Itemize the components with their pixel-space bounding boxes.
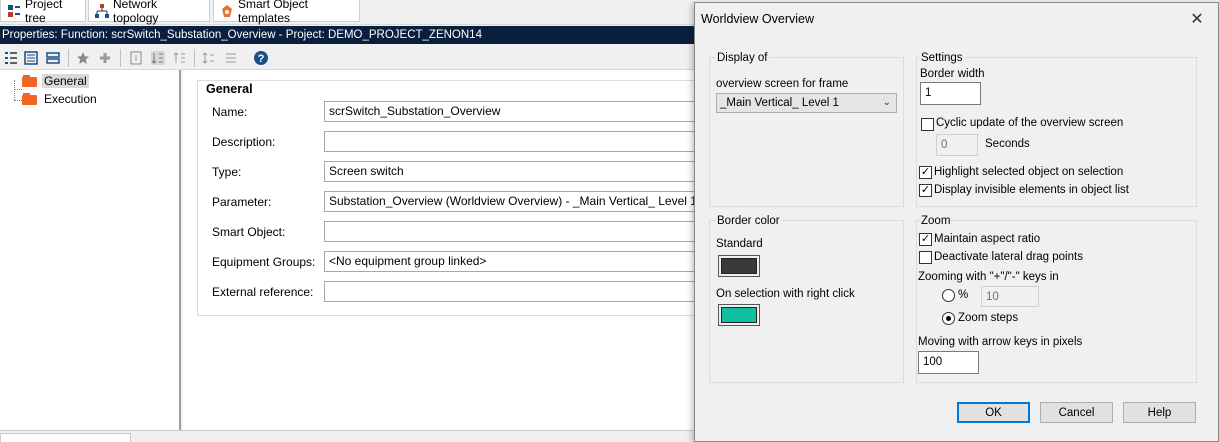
tab-network-topology[interactable]: Network topology — [88, 0, 210, 25]
external-reference-field[interactable] — [324, 281, 704, 302]
tree-item-execution[interactable]: Execution — [22, 91, 99, 107]
description-label: Description: — [212, 135, 276, 149]
collapse-all-icon[interactable] — [222, 49, 240, 67]
frame-select-value: _Main Vertical_ Level 1 — [720, 97, 839, 109]
highlight-checkbox[interactable]: ✓ — [919, 166, 932, 179]
tree-view-icon[interactable] — [2, 49, 20, 67]
cyclic-update-checkbox[interactable] — [921, 118, 934, 131]
equipment-groups-label: Equipment Groups: — [212, 255, 316, 269]
zoom-title: Zoom — [920, 215, 952, 227]
maintain-aspect-label: Maintain aspect ratio — [934, 233, 1041, 245]
settings-title: Settings — [920, 52, 964, 64]
selection-color-label: On selection with right click — [716, 288, 855, 300]
parameter-label: Parameter: — [212, 195, 272, 209]
equipment-groups-field[interactable]: <No equipment group linked> — [324, 251, 704, 272]
tree-item-label: General — [42, 74, 89, 88]
close-icon[interactable]: ✕ — [1186, 8, 1208, 30]
dialog-title: Worldview Overview — [701, 12, 814, 26]
tab-label: Network topology — [113, 0, 159, 25]
zoom-steps-radio[interactable] — [942, 312, 955, 325]
general-group-title: General — [206, 82, 253, 96]
description-field[interactable] — [324, 131, 704, 152]
tab-label: Project tree — [25, 0, 63, 25]
seconds-label: Seconds — [985, 138, 1030, 150]
sort-ascending-icon[interactable] — [149, 49, 167, 67]
border-width-input[interactable]: 1 — [920, 82, 981, 105]
zoom-steps-label: Zoom steps — [958, 312, 1019, 324]
standard-color-label: Standard — [716, 238, 763, 250]
help-button[interactable]: Help — [1123, 402, 1196, 423]
ok-button[interactable]: OK — [957, 402, 1030, 423]
standard-color-button[interactable] — [718, 255, 760, 277]
border-width-label: Border width — [920, 68, 985, 80]
display-of-title: Display of — [716, 52, 769, 64]
add-favorite-icon[interactable] — [96, 49, 114, 67]
smart-object-field[interactable] — [324, 221, 704, 242]
chevron-down-icon: ⌄ — [882, 97, 891, 108]
tab-project-tree[interactable]: Project tree — [0, 0, 86, 25]
properties-toolbar: ? — [0, 45, 700, 70]
folder-icon — [22, 74, 38, 88]
type-field[interactable]: Screen switch — [324, 161, 704, 182]
info-box-icon[interactable] — [127, 49, 145, 67]
invisible-elements-label: Display invisible elements in object lis… — [934, 184, 1129, 196]
tab-label: Smart Object templates — [238, 0, 309, 25]
external-reference-label: External reference: — [212, 285, 314, 299]
list-view-icon[interactable] — [22, 49, 40, 67]
project-tree-icon — [7, 4, 21, 18]
svg-text:?: ? — [258, 53, 265, 65]
tree-item-label: Execution — [44, 92, 97, 106]
grouped-view-icon[interactable] — [44, 49, 62, 67]
smart-object-icon — [220, 4, 234, 18]
tree-item-general[interactable]: General — [22, 73, 89, 89]
type-label: Type: — [212, 165, 242, 179]
help-icon[interactable]: ? — [252, 49, 270, 67]
bottom-tab[interactable] — [0, 433, 131, 442]
seconds-input[interactable]: 0 — [936, 134, 978, 156]
zoom-keys-label: Zooming with "+"/"-" keys in — [918, 271, 1059, 283]
folder-icon — [22, 92, 38, 106]
network-icon — [95, 3, 109, 18]
properties-tree — [0, 70, 181, 430]
sort-descending-icon[interactable] — [171, 49, 189, 67]
frame-select[interactable]: _Main Vertical_ Level 1 ⌄ — [716, 93, 897, 113]
selection-color-swatch — [721, 307, 757, 323]
favorite-star-icon[interactable] — [74, 49, 92, 67]
frame-label: overview screen for frame — [716, 78, 849, 90]
properties-title-bar: Properties: Function: scrSwitch_Substati… — [0, 26, 700, 44]
deactivate-drag-label: Deactivate lateral drag points — [934, 251, 1083, 263]
invisible-elements-checkbox[interactable]: ✓ — [919, 184, 932, 197]
parameter-field[interactable]: Substation_Overview (Worldview Overview)… — [324, 191, 704, 212]
highlight-label: Highlight selected object on selection — [934, 166, 1124, 178]
arrow-keys-input[interactable]: 100 — [918, 351, 979, 374]
smart-object-label: Smart Object: — [212, 225, 286, 239]
name-label: Name: — [212, 105, 248, 119]
deactivate-drag-checkbox[interactable] — [919, 251, 932, 264]
border-color-title: Border color — [716, 215, 781, 227]
cyclic-update-label: Cyclic update of the overview screen — [936, 117, 1124, 129]
name-field[interactable]: scrSwitch_Substation_Overview — [324, 101, 704, 122]
maintain-aspect-checkbox[interactable]: ✓ — [919, 233, 932, 246]
arrow-keys-label: Moving with arrow keys in pixels — [918, 336, 1083, 348]
tab-smart-object-templates[interactable]: Smart Object templates — [213, 0, 360, 25]
selection-color-button[interactable] — [718, 304, 760, 326]
percent-input[interactable]: 10 — [981, 286, 1039, 307]
percent-radio[interactable] — [942, 289, 955, 302]
cancel-button[interactable]: Cancel — [1040, 402, 1113, 423]
expand-all-icon[interactable] — [200, 49, 218, 67]
standard-color-swatch — [721, 258, 757, 274]
percent-label: % — [958, 289, 969, 301]
